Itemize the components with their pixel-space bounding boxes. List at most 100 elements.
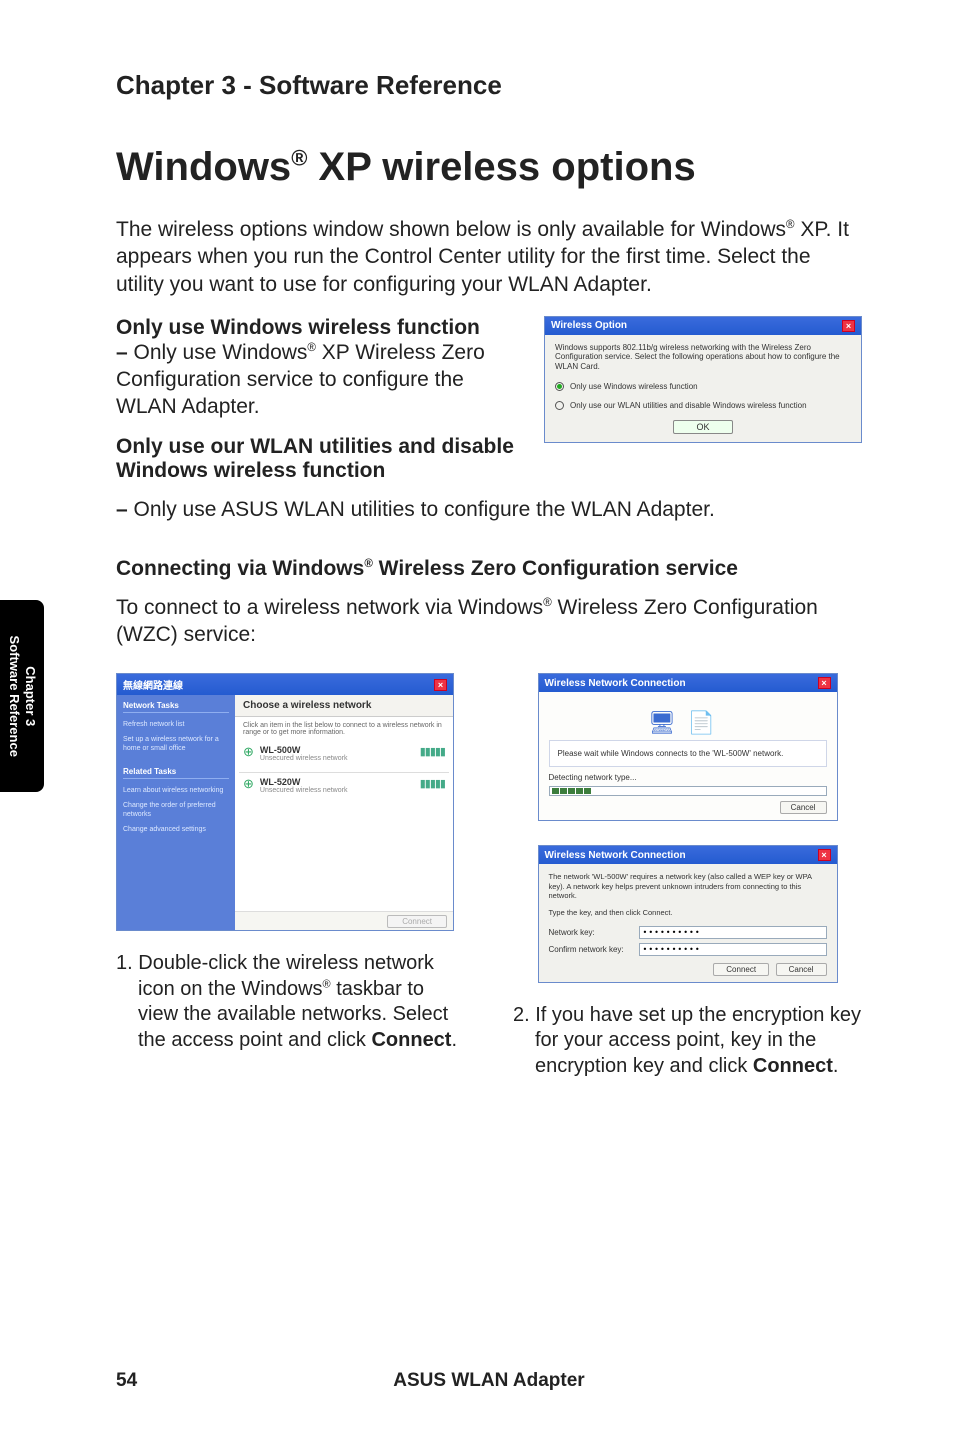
wireless-networks-heading: Choose a wireless network (235, 695, 453, 717)
close-icon[interactable]: × (842, 320, 855, 332)
step-1-column: 無線網路連線 × Network Tasks Refresh network l… (116, 673, 465, 1079)
cancel-button[interactable]: Cancel (780, 801, 827, 814)
wireless-option-titlebar: Wireless Option × (545, 317, 861, 335)
wireless-networks-title: 無線網路連線 (123, 677, 183, 692)
signal-icon: ▮▮▮▮▮ (420, 777, 445, 790)
wireless-option-body: Windows supports 802.11b/g wireless netw… (545, 335, 861, 442)
progress-detail: Detecting network type... (549, 773, 827, 782)
key-desc: The network 'WL-500W' requires a network… (549, 872, 827, 900)
wireless-option-radio-2[interactable]: Only use our WLAN utilities and disable … (555, 401, 851, 410)
side-tab-l2: Software Reference (7, 635, 22, 756)
wireless-networks-sidebar: Network Tasks Refresh network list Set u… (117, 695, 235, 930)
wireless-networks-hint: Click an item in the list below to conne… (235, 717, 453, 741)
network-item[interactable]: ⊕ WL-520W Unsecured wireless network ▮▮▮… (239, 772, 449, 804)
wireless-option-dialog: Wireless Option × Windows supports 802.1… (544, 316, 862, 443)
step-2-t2: . (833, 1055, 839, 1077)
wireless-networks-titlebar: 無線網路連線 × (117, 674, 453, 695)
network-key-dialog: Wireless Network Connection × The networ… (538, 845, 838, 983)
sub-reg: ® (364, 558, 373, 570)
key-buttons: Connect Cancel (549, 964, 827, 974)
title-pre: Windows (116, 145, 291, 189)
option-2-body: – Only use ASUS WLAN utilities to config… (116, 497, 862, 524)
progress-icons: 🖥📄 (549, 700, 827, 740)
antenna-icon: ⊕ (243, 777, 254, 790)
progress-titlebar: Wireless Network Connection × (539, 674, 837, 692)
options-column: Only use Windows wireless function – Onl… (116, 316, 526, 497)
key-titlebar: Wireless Network Connection × (539, 846, 837, 864)
signal-icon: ▮▮▮▮▮ (420, 745, 445, 758)
option-1-body: – Only use Windows® XP Wireless Zero Con… (116, 340, 526, 421)
section-subtitle: Connecting via Windows® Wireless Zero Co… (116, 557, 862, 581)
network-name: WL-500W (260, 745, 348, 755)
sidebar-advanced-link[interactable]: Change advanced settings (123, 826, 229, 835)
sidebar-learn-link[interactable]: Learn about wireless networking (123, 787, 229, 796)
progress-buttons: Cancel (549, 802, 827, 812)
antenna-icon: ⊕ (243, 745, 254, 758)
wireless-networks-main: Choose a wireless network Click an item … (235, 695, 453, 930)
ok-button[interactable]: OK (673, 420, 732, 434)
option-row: Only use Windows wireless function – Onl… (116, 316, 862, 497)
step-2: 2. If you have set up the encryption key… (513, 1003, 862, 1080)
sidebar-refresh-link[interactable]: Refresh network list (123, 721, 229, 730)
step-1-reg: ® (323, 978, 331, 990)
footer: 54 ASUS WLAN Adapter (116, 1370, 862, 1392)
wireless-option-buttons: OK (555, 420, 851, 434)
network-item[interactable]: ⊕ WL-500W Unsecured wireless network ▮▮▮… (239, 741, 449, 772)
step-2-column: Wireless Network Connection × 🖥📄 Please … (513, 673, 862, 1079)
sidebar-section-network-tasks: Network Tasks (123, 701, 229, 713)
close-icon[interactable]: × (434, 679, 447, 691)
sidebar-order-link[interactable]: Change the order of preferred networks (123, 802, 229, 820)
confirm-key-input[interactable] (639, 943, 827, 956)
wireless-option-radio-1[interactable]: Only use Windows wireless function (555, 382, 851, 391)
sub-body: To connect to a wireless network via Win… (116, 595, 862, 649)
sidebar-setup-link[interactable]: Set up a wireless network for a home or … (123, 736, 229, 754)
network-sub: Unsecured wireless network (260, 755, 348, 762)
progress-fill (552, 788, 591, 794)
connect-button[interactable]: Connect (387, 915, 447, 928)
progress-body: 🖥📄 Please wait while Windows connects to… (539, 692, 837, 820)
key-hint: Type the key, and then click Connect. (549, 908, 827, 917)
wireless-networks-footer: Connect (235, 911, 453, 930)
option-1-title: Only use Windows wireless function (116, 316, 526, 340)
step-2-bold: Connect (753, 1055, 833, 1077)
option-1-p1: Only use Windows (134, 341, 308, 364)
network-key-input[interactable] (639, 926, 827, 939)
option-2-title: Only use our WLAN utilities and disable … (116, 435, 526, 483)
network-key-label: Network key: (549, 928, 639, 937)
step-1-t3: . (451, 1029, 457, 1051)
title-post: XP wireless options (307, 145, 695, 189)
progress-title: Wireless Network Connection (545, 678, 686, 689)
side-tab: Chapter 3 Software Reference (0, 600, 44, 792)
page: Chapter 3 - Software Reference Windows® … (0, 0, 954, 1438)
key-title: Wireless Network Connection (545, 850, 686, 861)
sidebar-section-related-tasks: Related Tasks (123, 767, 229, 779)
sub-body-reg: ® (543, 597, 552, 609)
radio-icon[interactable] (555, 382, 564, 391)
progress-message: Please wait while Windows connects to th… (549, 740, 827, 767)
network-name: WL-520W (260, 777, 348, 787)
wireless-networks-body: Network Tasks Refresh network list Set u… (117, 695, 453, 930)
wireless-option-2-label: Only use our WLAN utilities and disable … (570, 401, 807, 410)
intro-reg: ® (786, 219, 795, 231)
side-tab-l1: Chapter 3 (23, 666, 38, 726)
page-title: Windows® XP wireless options (116, 145, 862, 190)
wireless-option-title: Wireless Option (551, 320, 627, 331)
close-icon[interactable]: × (818, 677, 831, 689)
key-row-1: Network key: (549, 926, 827, 939)
steps-row: 無線網路連線 × Network Tasks Refresh network l… (116, 673, 862, 1079)
wireless-networks-dialog: 無線網路連線 × Network Tasks Refresh network l… (116, 673, 454, 931)
step-1-bold: Connect (371, 1029, 451, 1051)
radio-icon[interactable] (555, 401, 564, 410)
connect-button[interactable]: Connect (713, 963, 769, 976)
close-icon[interactable]: × (818, 849, 831, 861)
option-1: Only use Windows wireless function – Onl… (116, 316, 526, 421)
cancel-button[interactable]: Cancel (776, 963, 827, 976)
title-reg: ® (291, 146, 307, 171)
connection-progress-dialog: Wireless Network Connection × 🖥📄 Please … (538, 673, 838, 821)
monitor-icon: 🖥 (648, 710, 688, 735)
document-icon: 📄 (688, 710, 727, 735)
step-2-num: 2. (513, 1004, 535, 1026)
page-number: 54 (116, 1370, 172, 1392)
option-1-reg: ® (307, 342, 316, 354)
key-body: The network 'WL-500W' requires a network… (539, 864, 837, 982)
